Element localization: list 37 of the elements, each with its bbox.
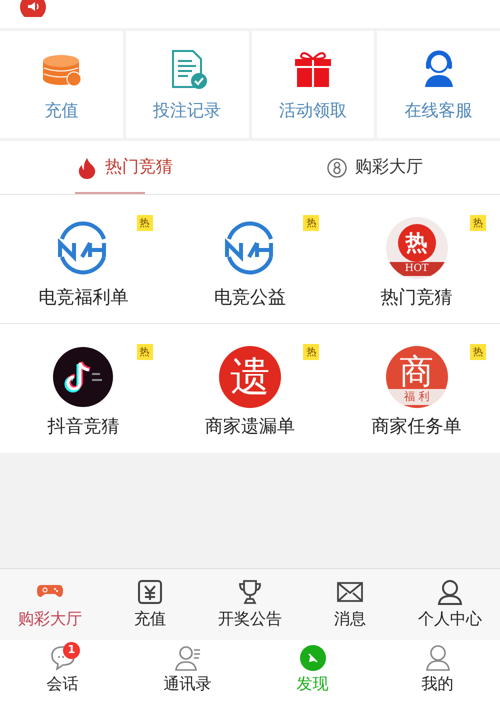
nav-tab[interactable]: 个人中心 (400, 569, 500, 640)
hot-badge: 热 (470, 344, 486, 360)
circled-eight-icon (327, 158, 347, 178)
nav-tab[interactable]: 1 会话 (0, 640, 125, 703)
gift-icon (292, 49, 333, 89)
action-tile[interactable]: 充值 (0, 31, 123, 138)
nav-tab[interactable]: 充值 (100, 569, 200, 640)
logo-text: 遗 (230, 357, 270, 397)
speaker-icon[interactable] (20, 0, 46, 17)
tab[interactable]: 购彩大厅 (250, 141, 500, 194)
logo-text: 商 (400, 355, 434, 389)
chat-bubble-icon (48, 644, 76, 672)
hot-badge: 热 (303, 344, 320, 360)
hot-badge: 热 (303, 215, 320, 231)
trophy-icon (237, 579, 263, 605)
logo-text: 热 (398, 224, 436, 262)
action-tile[interactable]: 投注记录 (126, 31, 248, 138)
hot-badge: 热 (470, 215, 486, 231)
music-note-logo-icon (52, 346, 114, 408)
nav-tab[interactable]: 通讯录 (125, 640, 250, 703)
action-tile[interactable]: 活动领取 (252, 31, 374, 138)
person-icon (437, 579, 463, 605)
unread-badge: 1 (63, 642, 80, 659)
hot-badge: 热 (136, 215, 153, 231)
tab[interactable]: 热门竞猜 (0, 141, 250, 194)
compass-icon (298, 644, 326, 672)
yen-icon (137, 579, 163, 605)
nav-tab[interactable]: 购彩大厅 (0, 569, 100, 640)
contacts-icon (174, 644, 202, 672)
hot-badge: 热 (136, 344, 153, 360)
nav-tab[interactable]: 消息 (300, 569, 400, 640)
person-icon (424, 644, 452, 672)
nav-tab[interactable]: 开奖公告 (200, 569, 300, 640)
envelope-icon (337, 579, 363, 605)
action-tile[interactable]: 在线客服 (377, 31, 500, 138)
flame-icon (77, 156, 97, 178)
nav-tab[interactable]: 我的 (375, 640, 500, 703)
